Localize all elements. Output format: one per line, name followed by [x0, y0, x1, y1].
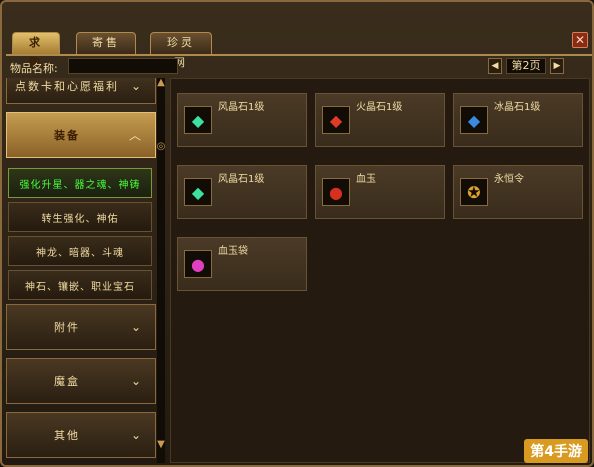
blood-jade-icon: ●	[322, 178, 350, 206]
scroll-down-icon[interactable]: ▼	[154, 438, 168, 452]
blood-jade-bag-icon: ●	[184, 250, 212, 278]
red-crystal-icon: ◆	[322, 106, 350, 134]
chevron-down-icon: ⌄	[130, 374, 143, 388]
subcategory-rebirth[interactable]: 转生强化、神佑	[8, 202, 152, 232]
tab-consign[interactable]: 寄售	[76, 32, 136, 54]
category-sidebar: 点数卡和心愿福利 ⌄ 装备 ︿ 强化升星、器之魂、神铸 转生强化、神佑 神龙、暗…	[6, 78, 156, 463]
green-crystal-icon: ◆	[184, 178, 212, 206]
subcategory-enhance[interactable]: 强化升星、器之魂、神铸	[8, 168, 152, 198]
item-slot[interactable]: ◆ 冰晶石1级	[453, 93, 583, 147]
category-other[interactable]: 其他 ⌄	[6, 412, 156, 458]
subcategory-stone[interactable]: 神石、镶嵌、职业宝石	[8, 270, 152, 300]
sidebar-scrollbar[interactable]	[157, 78, 165, 463]
site-watermark: 第4手游	[524, 439, 588, 463]
category-points-card[interactable]: 点数卡和心愿福利 ⌄	[6, 78, 156, 104]
chevron-up-icon: ︿	[128, 128, 143, 143]
search-label: 物品名称:	[10, 62, 58, 75]
scroll-thumb-icon[interactable]: ◎	[154, 140, 168, 154]
tab-treasure[interactable]: 珍灵网	[150, 32, 212, 69]
green-crystal-icon: ◆	[184, 106, 212, 134]
pager: ◀ 第2页 ▶	[488, 58, 568, 76]
category-accessory[interactable]: 附件 ⌄	[6, 304, 156, 350]
item-grid: ◆ 风晶石1级 ◆ 火晶石1级 ◆ 冰晶石1级 ◆ 风晶石1级 ● 血玉 ✪ 永…	[170, 78, 590, 463]
blue-crystal-icon: ◆	[460, 106, 488, 134]
close-icon[interactable]: ✕	[572, 32, 588, 48]
search-row: 物品名称: ◀ 第2页 ▶	[10, 58, 590, 76]
category-equipment[interactable]: 装备 ︿	[6, 112, 156, 158]
item-slot[interactable]: ◆ 风晶石1级	[177, 93, 307, 147]
search-input[interactable]	[68, 58, 178, 74]
category-magic-box[interactable]: 魔盒 ⌄	[6, 358, 156, 404]
page-indicator: 第2页	[506, 58, 546, 74]
tab-buy[interactable]: 求购	[12, 32, 60, 69]
item-slot[interactable]: ✪ 永恒令	[453, 165, 583, 219]
item-slot[interactable]: ◆ 火晶石1级	[315, 93, 445, 147]
scroll-up-icon[interactable]: ▲	[154, 76, 168, 90]
arrow-right-icon[interactable]: ▶	[550, 58, 564, 74]
item-slot[interactable]: ● 血玉袋	[177, 237, 307, 291]
tab-bar: 求购 寄售 珍灵网	[6, 30, 592, 69]
arrow-left-icon[interactable]: ◀	[488, 58, 502, 74]
item-slot[interactable]: ● 血玉	[315, 165, 445, 219]
trade-window: 求购 寄售 珍灵网 ✕ 物品名称: ◀ 第2页 ▶ 点数卡和心愿福利 ⌄ 装备 …	[0, 0, 594, 467]
divider	[6, 54, 592, 56]
subcategory-dragon[interactable]: 神龙、暗器、斗魂	[8, 236, 152, 266]
chevron-down-icon: ⌄	[130, 79, 143, 93]
chevron-down-icon: ⌄	[130, 320, 143, 334]
item-slot[interactable]: ◆ 风晶石1级	[177, 165, 307, 219]
chevron-down-icon: ⌄	[130, 428, 143, 442]
eternal-token-icon: ✪	[460, 178, 488, 206]
